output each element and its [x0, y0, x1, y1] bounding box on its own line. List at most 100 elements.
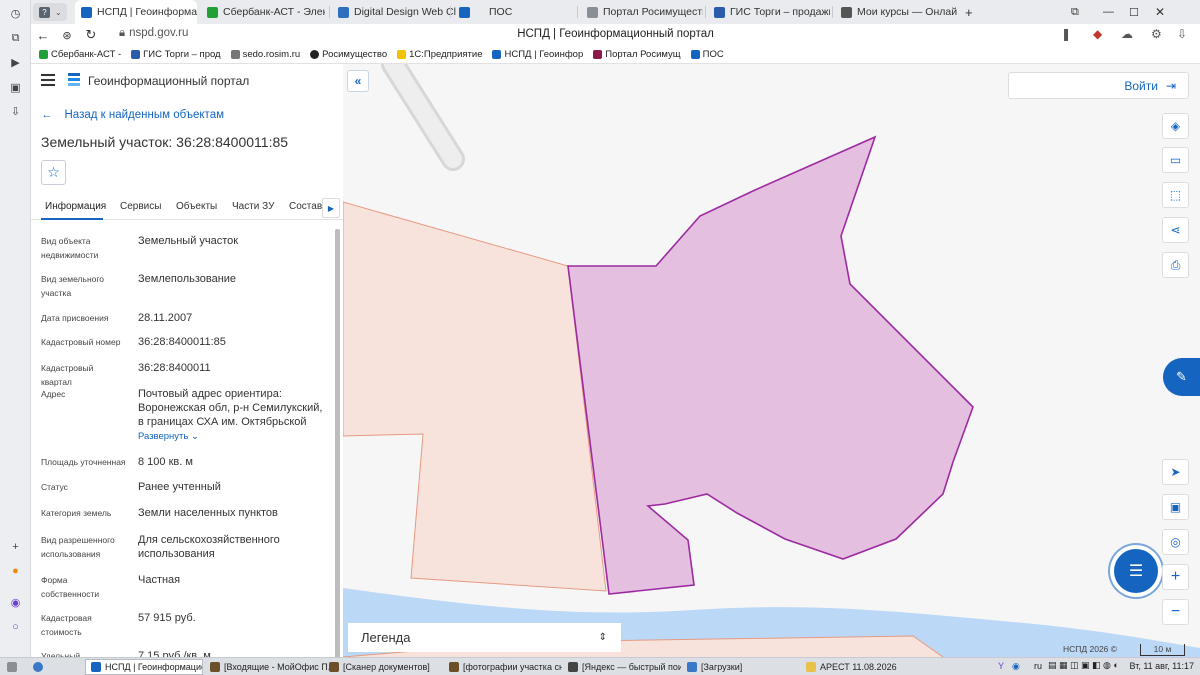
expand-address-link[interactable]: Развернуть ⌄	[138, 430, 328, 444]
bookmark-item[interactable]: Сбербанк-АСТ -	[39, 49, 121, 60]
extensions-icon[interactable]: ⚙	[1151, 27, 1162, 41]
minimap-button[interactable]: ▣	[1162, 494, 1189, 520]
tab-my-courses[interactable]: Мои курсы — Онлайн-ин	[835, 0, 957, 24]
tab-nspd[interactable]: НСПД | Геоинформацио ✕	[75, 0, 197, 24]
tabs-overview-icon[interactable]: ⧉	[1065, 0, 1083, 24]
back-to-results-link[interactable]: ← Назад к найденным объектам	[41, 109, 224, 121]
alice-icon[interactable]: ○	[7, 618, 24, 635]
cloud-icon[interactable]: ☁	[1121, 27, 1133, 41]
taskbar-item-downloads[interactable]: [Загрузки]	[682, 659, 800, 675]
attribute-label: Форма собственности	[41, 575, 100, 599]
arrow-left-icon: ←	[41, 109, 53, 121]
tab-objects[interactable]: Объекты	[176, 201, 217, 212]
yandex-launcher-button[interactable]	[28, 659, 48, 675]
taskbar-item-mail[interactable]: [Входящие - МойОфис П...	[205, 659, 330, 675]
tab-digital-design[interactable]: Digital Design Web Client	[332, 0, 456, 24]
tab-information[interactable]: Информация	[45, 201, 106, 212]
zoom-out-button[interactable]: −	[1162, 599, 1189, 625]
minimap-icon: ▣	[1169, 500, 1182, 514]
bookmark-item[interactable]: Росимущество	[310, 49, 387, 60]
bookmark-item[interactable]: ПОС	[690, 49, 724, 60]
download-tray-icon[interactable]: ⇩	[1177, 27, 1187, 41]
bookmark-item[interactable]: Портал Росимущ	[593, 49, 681, 60]
attribute-value: 8 100 кв. м	[138, 456, 193, 468]
question-icon: ?	[39, 6, 50, 18]
taskbar-item-arrest-doc[interactable]: АРЕСТ 11.08.2026	[801, 659, 919, 675]
collections-icon[interactable]: ⧉	[7, 30, 24, 47]
bookmark-item[interactable]: ГИС Торги – прод	[131, 49, 221, 60]
tab-land-parts[interactable]: Части ЗУ	[232, 201, 274, 212]
taskbar-item-photos[interactable]: [фотографии участка снт...	[444, 659, 562, 675]
new-tab-button[interactable]: +	[959, 0, 979, 24]
attribute-label: Статус	[41, 482, 68, 492]
measure-button[interactable]: ▭	[1162, 147, 1189, 173]
document-favicon-icon	[587, 6, 598, 18]
url-field[interactable]: 🔒︎ nspd.gov.ru	[119, 27, 188, 40]
tray-yandex-icon[interactable]: Y	[998, 661, 1004, 671]
login-button[interactable]: Войти ⇥	[1008, 72, 1189, 99]
tray-messenger-icon[interactable]: ◉	[1012, 661, 1020, 672]
chevron-down-icon: ⌄	[191, 431, 199, 442]
nspd-favicon-icon	[81, 6, 92, 18]
window-close-icon[interactable]: ✕	[1149, 0, 1167, 24]
calendar-icon[interactable]: ▣	[7, 79, 24, 96]
neighbor-parcel[interactable]	[343, 201, 607, 592]
bookmark-item[interactable]: НСПД | Геоинфор	[492, 49, 583, 60]
tab-sberbank-ast[interactable]: Сбербанк-АСТ - Электро	[201, 0, 325, 24]
login-label: Войти	[1124, 78, 1158, 93]
attribute-value: Почтовый адрес ориентира: Воронежская об…	[138, 387, 328, 444]
bookmark-item[interactable]: 1С:Предприятие	[397, 49, 482, 60]
media-play-icon[interactable]: ▶	[7, 54, 24, 71]
chat-support-button[interactable]: ☰	[1114, 549, 1158, 593]
map-view[interactable]: « Войти ⇥ ◈ ▭ ⬚ ⋖ ⎙ ✎ ➤ ▣ ◎ ☰ + − Легенд…	[343, 64, 1200, 657]
attribute-value: Земли населенных пунктов	[138, 507, 278, 519]
bookmark-item[interactable]: sedo.rosim.ru	[230, 49, 300, 60]
extension-icon[interactable]: ◆	[1093, 27, 1102, 41]
object-title: Земельный участок: 36:28:8400011:85	[41, 134, 289, 150]
taskbar-item-yandex-search[interactable]: [Яндекс — быстрый поис...	[563, 659, 681, 675]
zen-icon[interactable]: ●	[7, 562, 24, 579]
tray-icons[interactable]: ▤ ▦ ◫ ▣ ◧ ◍ ◐	[1048, 660, 1119, 671]
menu-icon[interactable]	[41, 74, 55, 86]
attribute-label: Вид разрешенного использования	[41, 535, 115, 559]
selected-parcel[interactable]	[567, 135, 974, 595]
select-area-button[interactable]: ⬚	[1162, 182, 1189, 208]
tab-pos[interactable]: ПОС	[453, 0, 575, 24]
panel-toggle-button[interactable]: ✎	[1163, 358, 1200, 396]
tab-services[interactable]: Сервисы	[120, 201, 161, 212]
assistant-icon[interactable]: ◉	[7, 594, 24, 611]
bookmark-icon[interactable]: ❚	[1061, 27, 1071, 41]
share-button[interactable]: ⋖	[1162, 217, 1189, 243]
chevron-right-icon: ▶	[327, 203, 335, 213]
tab-rosim-portal[interactable]: Портал Росимущества -	[581, 0, 703, 24]
window-minimize-icon[interactable]: —	[1097, 0, 1115, 24]
zoom-in-button[interactable]: +	[1162, 564, 1189, 590]
tab-group-button[interactable]: ? ⌄	[33, 3, 67, 21]
taskbar-item-scanner[interactable]: [Сканер документов]	[324, 659, 446, 675]
scale-bar: 10 м	[1140, 644, 1185, 656]
active-tab-indicator	[41, 218, 103, 220]
layers-button[interactable]: ◈	[1162, 113, 1189, 139]
history-icon[interactable]: ◷	[7, 5, 24, 22]
system-clock[interactable]: Вт, 11 авг, 11:17	[1130, 661, 1195, 671]
road-segment-inner	[384, 64, 462, 168]
tabs-scroll-right-button[interactable]: ▶	[322, 198, 340, 218]
tab-composition[interactable]: Состав	[289, 201, 322, 212]
download-icon[interactable]: ⇩	[7, 103, 24, 120]
keyboard-layout[interactable]: ru	[1034, 661, 1042, 671]
taskbar-item-nspd[interactable]: НСПД | Геоинформацио...	[85, 659, 203, 675]
collapse-panel-button[interactable]: «	[347, 70, 369, 92]
legend-dropdown[interactable]: Легенда ⇕	[348, 623, 621, 652]
back-link-label: Назад к найденным объектам	[64, 109, 225, 121]
tab-gis-torgi[interactable]: ГИС Торги – продажи гос	[708, 0, 830, 24]
add-panel-icon[interactable]: +	[7, 538, 24, 555]
print-button[interactable]: ⎙	[1162, 252, 1189, 278]
target-button[interactable]: ◎	[1162, 529, 1189, 555]
map-canvas[interactable]	[343, 64, 1200, 657]
start-menu-button[interactable]	[2, 659, 24, 675]
favorite-button[interactable]: ☆	[41, 160, 66, 185]
panel-scrollbar[interactable]	[335, 229, 340, 657]
expand-label: Развернуть	[138, 431, 189, 442]
window-maximize-icon[interactable]: ☐	[1123, 0, 1141, 24]
geolocation-button[interactable]: ➤	[1162, 459, 1189, 485]
